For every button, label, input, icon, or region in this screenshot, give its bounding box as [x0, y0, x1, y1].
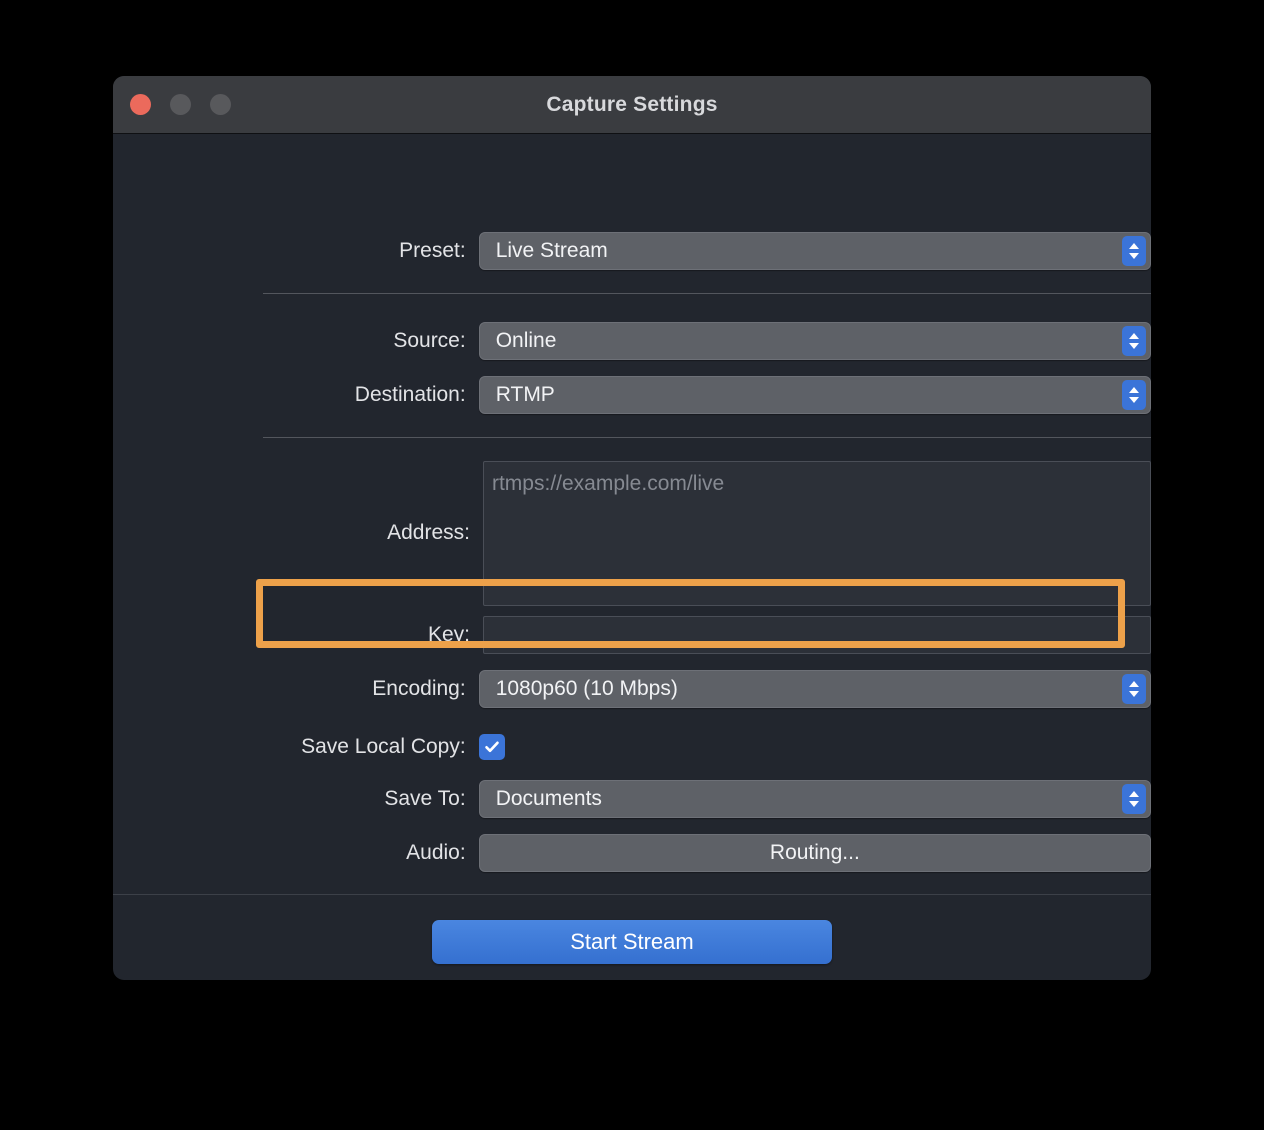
window-footer: Start Stream [113, 894, 1151, 980]
window-title: Capture Settings [546, 93, 718, 116]
stepper-up-down-icon[interactable] [1122, 784, 1146, 814]
save-local-copy-label: Save Local Copy: [301, 735, 466, 758]
stepper-up-down-icon[interactable] [1122, 674, 1146, 704]
encoding-field: 1080p60 (10 Mbps) [478, 670, 1151, 708]
save-local-copy-field [478, 734, 1151, 760]
address-textarea[interactable]: rtmps://example.com/live [482, 460, 1151, 606]
encoding-value: 1080p60 (10 Mbps) [495, 677, 678, 700]
window-titlebar: Capture Settings [113, 76, 1151, 134]
row-address: Address: rtmps://example.com/live [113, 459, 1151, 607]
save-to-field: Documents [478, 780, 1151, 818]
separator-top [263, 293, 1151, 294]
settings-form: Preset: Live Stream Source: Online Desti… [113, 134, 1151, 894]
audio-field: Routing... [478, 834, 1151, 872]
row-source: Source: Online [113, 321, 1151, 361]
row-audio: Audio: Routing... [113, 833, 1151, 873]
destination-value: RTMP [495, 383, 555, 406]
key-input[interactable] [482, 616, 1151, 654]
preset-popup-button[interactable]: Live Stream [478, 232, 1151, 270]
preset-label: Preset: [399, 239, 466, 262]
audio-routing-button[interactable]: Routing... [478, 834, 1151, 872]
checkmark-icon [484, 741, 499, 753]
preset-field: Live Stream [478, 232, 1151, 270]
row-save-to: Save To: Documents [113, 779, 1151, 819]
row-save-local-copy: Save Local Copy: [113, 727, 1151, 767]
source-value: Online [495, 329, 557, 352]
stepper-up-down-icon[interactable] [1122, 236, 1146, 266]
save-to-popup-button[interactable]: Documents [478, 780, 1151, 818]
preset-value: Live Stream [495, 239, 608, 262]
audio-label: Audio: [406, 841, 466, 864]
address-label: Address: [387, 521, 470, 544]
capture-settings-window: Capture Settings Preset: Live Stream Sou… [113, 76, 1151, 980]
save-to-value: Documents [495, 787, 602, 810]
source-popup-button[interactable]: Online [478, 322, 1151, 360]
row-preset: Preset: Live Stream [113, 231, 1151, 271]
row-key: Key: [113, 615, 1151, 655]
separator-middle [263, 437, 1151, 438]
source-field: Online [478, 322, 1151, 360]
destination-popup-button[interactable]: RTMP [478, 376, 1151, 414]
destination-field: RTMP [478, 376, 1151, 414]
key-field [482, 616, 1151, 654]
start-stream-button[interactable]: Start Stream [432, 920, 832, 964]
encoding-label: Encoding: [372, 677, 466, 700]
key-label: Key: [427, 623, 470, 646]
destination-label: Destination: [354, 383, 466, 406]
row-encoding: Encoding: 1080p60 (10 Mbps) [113, 669, 1151, 709]
address-field: rtmps://example.com/live [482, 460, 1151, 606]
stepper-up-down-icon[interactable] [1122, 380, 1146, 410]
source-label: Source: [393, 329, 466, 352]
save-to-label: Save To: [384, 787, 466, 810]
row-destination: Destination: RTMP [113, 375, 1151, 415]
save-local-copy-checkbox[interactable] [478, 734, 505, 760]
encoding-popup-button[interactable]: 1080p60 (10 Mbps) [478, 670, 1151, 708]
stepper-up-down-icon[interactable] [1122, 326, 1146, 356]
